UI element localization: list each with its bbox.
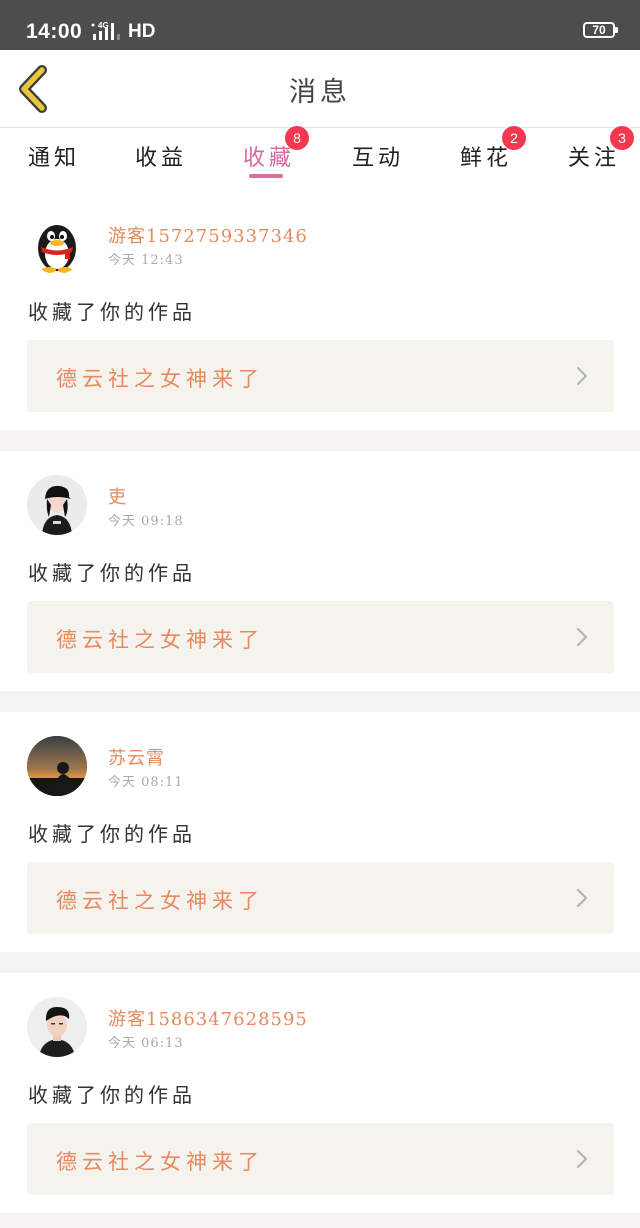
- tab-interactions[interactable]: 互动: [352, 136, 412, 184]
- timestamp: 今天 06:13: [108, 1036, 184, 1051]
- avatar[interactable]: [27, 214, 87, 274]
- tab-badge: 8: [285, 126, 309, 150]
- user-name[interactable]: 苏云霄: [108, 744, 165, 770]
- message-text: 收藏了你的作品: [28, 1083, 196, 1107]
- message-text: 收藏了你的作品: [28, 300, 196, 324]
- chevron-right-icon: [576, 627, 588, 647]
- active-tab-indicator: [249, 174, 283, 178]
- page: 14:00 4G HD 70 消息 通知 收益 收藏 8 互动 鲜花 2 关注 …: [0, 0, 640, 1228]
- tab-label: 收益: [135, 146, 188, 171]
- message-card: 吏 今天 09:18 收藏了你的作品 德云社之女神来了: [0, 451, 640, 691]
- user-name[interactable]: 吏: [108, 483, 127, 509]
- timestamp: 今天 12:43: [108, 253, 184, 268]
- avatar[interactable]: [27, 736, 87, 796]
- chevron-right-icon: [576, 1149, 588, 1169]
- man-avatar-icon: [27, 997, 87, 1057]
- signal-icon: 4G: [91, 21, 120, 40]
- user-name[interactable]: 游客1572759337346: [108, 222, 308, 248]
- battery-icon: 70: [583, 22, 618, 38]
- work-title: 德云社之女神来了: [56, 1150, 264, 1174]
- work-link[interactable]: 德云社之女神来了: [27, 340, 614, 412]
- message-card: 游客1572759337346 今天 12:43 收藏了你的作品 德云社之女神来…: [0, 190, 640, 430]
- avatar[interactable]: [27, 475, 87, 535]
- tab-bar: 通知 收益 收藏 8 互动 鲜花 2 关注 3: [0, 126, 640, 190]
- status-time: 14:00: [26, 20, 83, 43]
- tab-label: 互动: [352, 146, 405, 171]
- tab-badge: 3: [610, 126, 634, 150]
- page-title: 消息: [289, 77, 351, 108]
- avatar[interactable]: [27, 997, 87, 1057]
- sunset-avatar-icon: [27, 736, 87, 796]
- message-text: 收藏了你的作品: [28, 561, 196, 585]
- battery-level: 70: [592, 23, 606, 37]
- work-link[interactable]: 德云社之女神来了: [27, 1123, 614, 1195]
- tab-flowers[interactable]: 鲜花 2: [460, 126, 526, 184]
- timestamp: 今天 09:18: [108, 514, 184, 529]
- chevron-right-icon: [576, 888, 588, 908]
- work-link[interactable]: 德云社之女神来了: [27, 862, 614, 934]
- message-card: 苏云霄 今天 08:11 收藏了你的作品 德云社之女神来了: [0, 712, 640, 952]
- work-title: 德云社之女神来了: [56, 367, 264, 391]
- tab-label: 通知: [28, 146, 81, 171]
- message-text: 收藏了你的作品: [28, 822, 196, 846]
- message-list: 游客1572759337346 今天 12:43 收藏了你的作品 德云社之女神来…: [0, 190, 640, 1228]
- tab-notifications[interactable]: 通知: [28, 136, 88, 184]
- timestamp: 今天 08:11: [108, 775, 184, 790]
- tab-earnings[interactable]: 收益: [135, 136, 195, 184]
- girl-avatar-icon: [27, 475, 87, 535]
- work-title: 德云社之女神来了: [56, 628, 264, 652]
- tab-follows[interactable]: 关注 3: [568, 126, 634, 184]
- penguin-avatar-icon: [38, 225, 76, 273]
- header: 消息: [0, 50, 640, 128]
- work-link[interactable]: 德云社之女神来了: [27, 601, 614, 673]
- work-title: 德云社之女神来了: [56, 889, 264, 913]
- chevron-right-icon: [576, 366, 588, 386]
- user-name[interactable]: 游客1586347628595: [108, 1005, 308, 1031]
- message-card: 游客1586347628595 今天 06:13 收藏了你的作品 德云社之女神来…: [0, 973, 640, 1213]
- tab-favorites[interactable]: 收藏 8: [243, 126, 309, 184]
- network-type: HD: [128, 21, 156, 42]
- status-bar: 14:00 4G HD 70: [0, 0, 640, 50]
- tab-badge: 2: [502, 126, 526, 150]
